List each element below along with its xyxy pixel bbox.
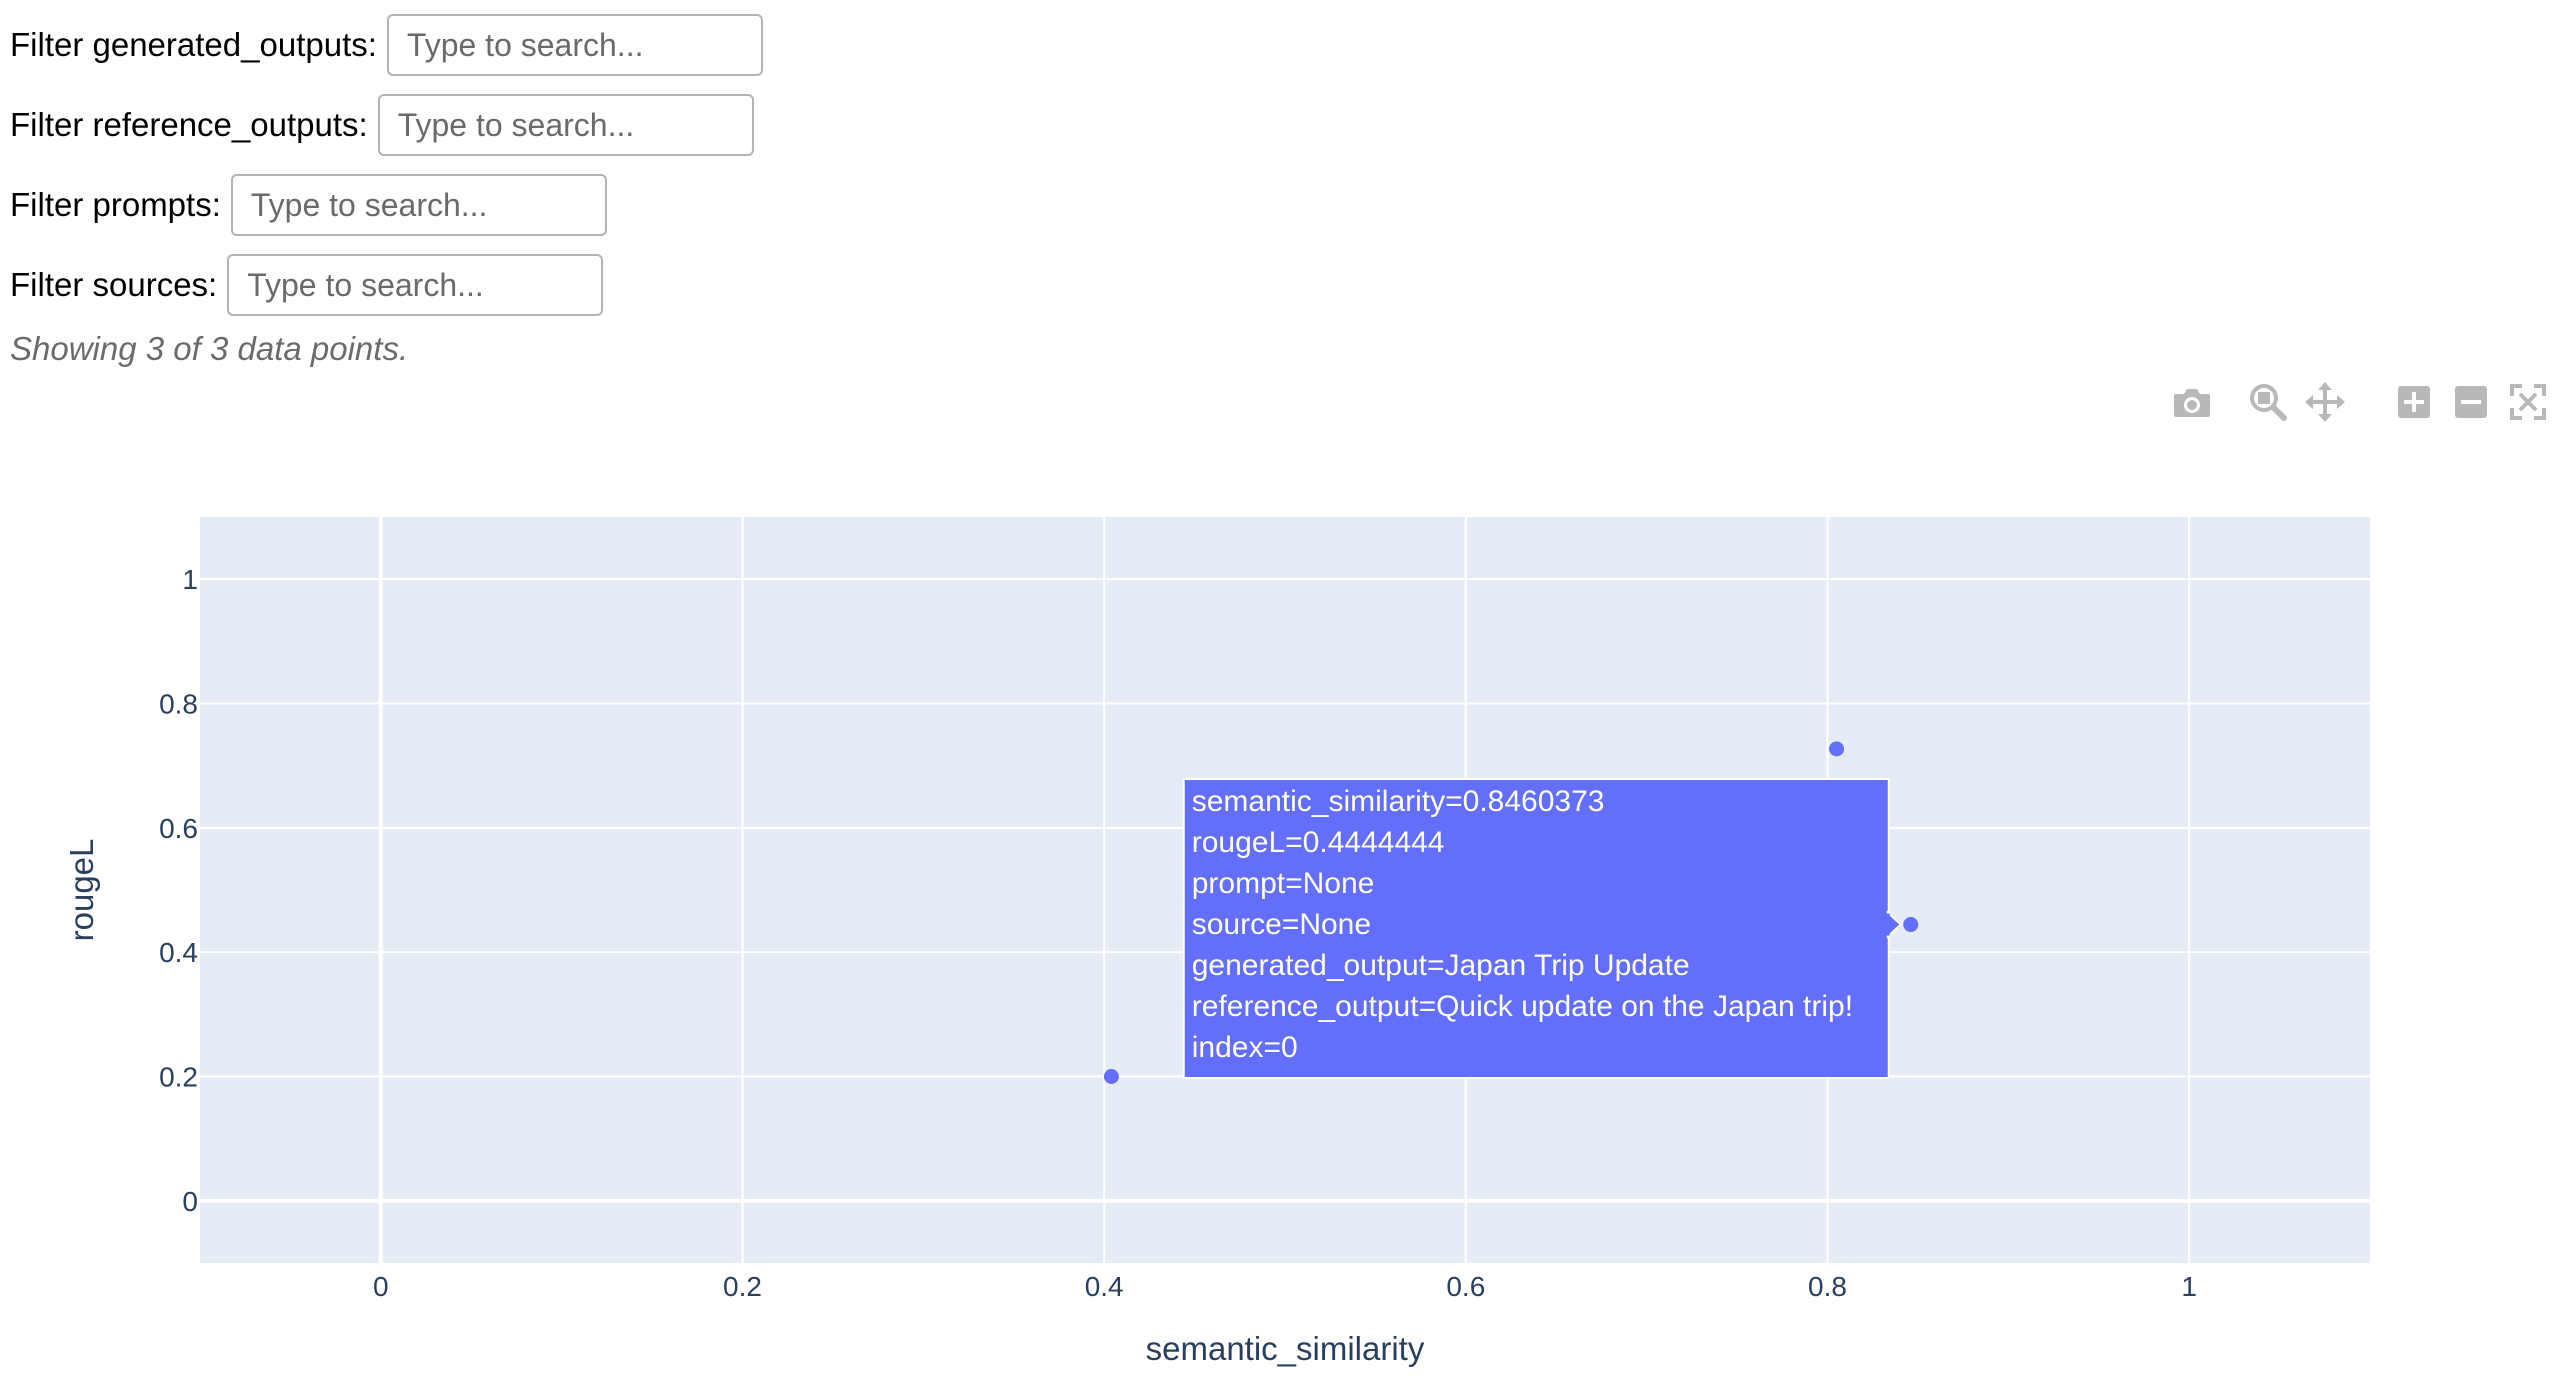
y-tick-label: 0.4 [159,937,198,968]
x-tick-label: 0.6 [1446,1271,1485,1302]
scatter-chart[interactable]: 0 0.2 0.4 0.6 0.8 1 0 0.2 0.4 0.6 0.8 1 semantic_sim… [0,0,2554,1376]
data-point[interactable] [1103,1069,1119,1084]
camera-icon[interactable] [2170,380,2214,424]
tooltip-line: prompt=None [1192,867,1375,900]
x-tick-label: 1 [2181,1271,2197,1302]
x-tick-label: 0.4 [1085,1271,1124,1302]
data-point[interactable] [1903,917,1919,933]
tooltip-line: source=None [1192,908,1371,941]
app-root: Filter generated_outputs: Filter referen… [0,0,2554,1376]
y-tick-label: 0 [182,1186,198,1217]
y-tick-label: 0.2 [159,1062,198,1093]
tooltip-pointer-join [1885,913,1890,936]
tooltip-line: index=0 [1192,1031,1298,1064]
zoom-icon[interactable] [2246,380,2290,424]
x-tick-label: 0.2 [723,1271,762,1302]
zoom-in-icon[interactable] [2392,380,2436,424]
x-axis-title: semantic_similarity [1146,1330,1425,1367]
data-point[interactable] [1829,741,1845,757]
hover-tooltip: semantic_similarity=0.8460373 rougeL=0.44… [1182,778,1903,1080]
y-tick-label: 0.8 [159,689,198,720]
y-tick-label: 0.6 [159,813,198,844]
tooltip-line: rougeL=0.4444444 [1192,826,1445,859]
tooltip-line: semantic_similarity=0.8460373 [1192,785,1605,818]
x-tick-label: 0.8 [1808,1271,1847,1302]
zoom-out-icon[interactable] [2449,380,2493,424]
plot-modebar [2170,380,2550,424]
autoscale-icon[interactable] [2506,380,2550,424]
tooltip-line: reference_output=Quick update on the Jap… [1192,990,1853,1023]
x-tick-label: 0 [373,1271,389,1302]
tooltip-line: generated_output=Japan Trip Update [1192,949,1690,982]
y-axis-title: rougeL [63,839,100,942]
y-tick-label: 1 [182,564,198,595]
pan-icon[interactable] [2303,380,2347,424]
